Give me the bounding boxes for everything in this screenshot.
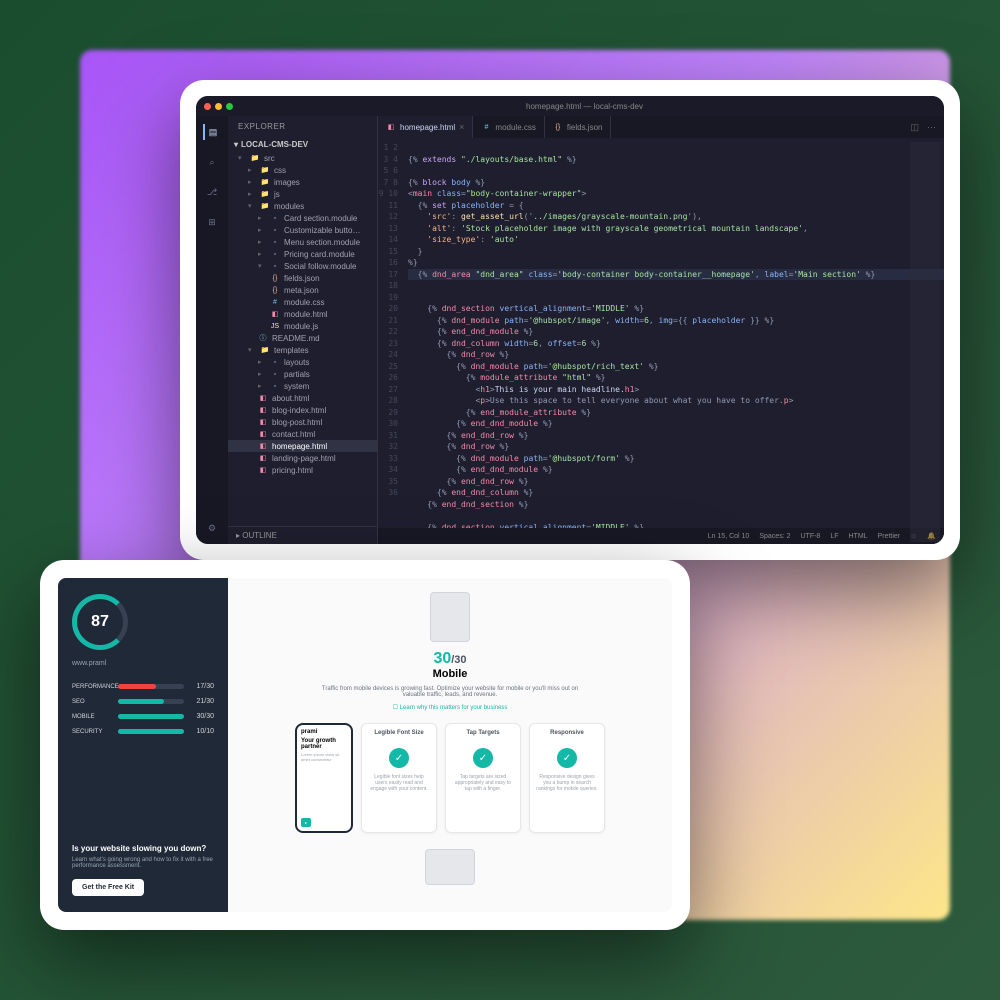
grader-tablet: 87 www.praml PERFORMANCE17/30 SEO21/30 MOB…: [40, 560, 690, 930]
sidebar: EXPLORER ▾LOCAL-CMS-DEV ▾📁src ▸📁css ▸📁im…: [228, 116, 378, 544]
check-card: Legible Font Size✓Legible font sizes hel…: [361, 723, 437, 833]
score-bar[interactable]: SECURITY10/10: [72, 728, 214, 735]
extensions-icon[interactable]: ⊞: [204, 214, 220, 230]
more-icon[interactable]: ⋯: [927, 122, 936, 133]
window-controls[interactable]: [204, 103, 233, 110]
check-icon: ✓: [473, 748, 493, 768]
grader-cards: prami Your growth partner Lorem ipsum do…: [242, 723, 658, 833]
tab-homepage[interactable]: ◧homepage.html×: [378, 116, 473, 138]
indent-info[interactable]: Spaces: 2: [759, 533, 790, 540]
check-icon: ✓: [389, 748, 409, 768]
score-url: www.praml: [72, 660, 214, 667]
gear-icon[interactable]: ⚙: [204, 520, 220, 536]
tree-file[interactable]: #module.css: [228, 296, 377, 308]
grader-sidebar: 87 www.praml PERFORMANCE17/30 SEO21/30 MOB…: [58, 578, 228, 912]
tree-folder-images[interactable]: ▸📁images: [228, 176, 377, 188]
tree-folder[interactable]: ▸▫system: [228, 380, 377, 392]
tree-folder-templates[interactable]: ▾📁templates: [228, 344, 377, 356]
tree-file-homepage[interactable]: ◧homepage.html: [228, 440, 377, 452]
check-icon: ✓: [557, 748, 577, 768]
tab-module-css[interactable]: #module.css: [473, 116, 544, 138]
code-area[interactable]: 1 2 3 4 5 6 7 8 9 10 11 12 13 14 15 16 1…: [378, 138, 944, 528]
cta-title: Is your website slowing you down?: [72, 844, 214, 853]
editor: ◧homepage.html× #module.css {}fields.jso…: [378, 116, 944, 544]
tree-file[interactable]: ◧module.html: [228, 308, 377, 320]
minimize-icon[interactable]: [215, 103, 222, 110]
project-header[interactable]: ▾LOCAL-CMS-DEV: [228, 137, 377, 152]
tree-file[interactable]: ◧about.html: [228, 392, 377, 404]
titlebar: homepage.html — local-cms-dev: [196, 96, 944, 116]
tree-file[interactable]: {}fields.json: [228, 272, 377, 284]
status-bar: Ln 15, Col 10 Spaces: 2 UTF-8 LF HTML Pr…: [378, 528, 944, 544]
tree-file-readme[interactable]: ⓘREADME.md: [228, 332, 377, 344]
minimap[interactable]: [910, 142, 940, 542]
tree-file[interactable]: ◧pricing.html: [228, 464, 377, 476]
formatter-info[interactable]: Prettier: [878, 533, 901, 540]
grader-content: 30/30 Mobile Traffic from mobile devices…: [228, 578, 672, 912]
tree-folder-src[interactable]: ▾📁src: [228, 152, 377, 164]
tree-folder[interactable]: ▸▫Pricing card.module: [228, 248, 377, 260]
cta-subtitle: Learn what's going wrong and how to fix …: [72, 857, 214, 869]
cursor-position[interactable]: Ln 15, Col 10: [708, 533, 750, 540]
learn-more-link[interactable]: ☐ Learn why this matters for your busine…: [242, 704, 658, 711]
close-icon[interactable]: ×: [459, 122, 464, 132]
outline-section[interactable]: ▸ OUTLINE: [228, 526, 377, 544]
split-editor-icon[interactable]: ◫: [910, 122, 919, 133]
tree-folder-social[interactable]: ▾▫Social follow.module: [228, 260, 377, 272]
source-control-icon[interactable]: ⎇: [204, 184, 220, 200]
tab-fields-json[interactable]: {}fields.json: [545, 116, 612, 138]
tree-file[interactable]: JSmodule.js: [228, 320, 377, 332]
score-bar[interactable]: PERFORMANCE17/30: [72, 683, 214, 690]
vscode-window: homepage.html — local-cms-dev ▤ ⌕ ⎇ ⊞ ⚙ …: [196, 96, 944, 544]
check-card: Tap Targets✓Tap targets are sized approp…: [445, 723, 521, 833]
tree-file[interactable]: {}meta.json: [228, 284, 377, 296]
section-description: Traffic from mobile devices is growing f…: [320, 686, 580, 698]
search-icon[interactable]: ⌕: [204, 154, 220, 170]
tree-folder[interactable]: ▸▫partials: [228, 368, 377, 380]
section-label: Mobile: [242, 668, 658, 680]
tree-folder[interactable]: ▸▫Card section.module: [228, 212, 377, 224]
cta-button[interactable]: Get the Free Kit: [72, 879, 144, 896]
tree-file[interactable]: ◧landing-page.html: [228, 452, 377, 464]
tree-folder-css[interactable]: ▸📁css: [228, 164, 377, 176]
phone-cta: ▸: [301, 818, 311, 827]
vscode-tablet: homepage.html — local-cms-dev ▤ ⌕ ⎇ ⊞ ⚙ …: [180, 80, 960, 560]
device-icon: [430, 592, 470, 642]
encoding-info[interactable]: UTF-8: [800, 533, 820, 540]
tab-bar: ◧homepage.html× #module.css {}fields.jso…: [378, 116, 944, 138]
tree-folder-modules[interactable]: ▾📁modules: [228, 200, 377, 212]
tree-file[interactable]: ◧blog-post.html: [228, 416, 377, 428]
score-bar[interactable]: MOBILE30/30: [72, 713, 214, 720]
code-lines[interactable]: {% extends "./layouts/base.html" %} {% b…: [404, 138, 944, 528]
tree-folder[interactable]: ▸▫Menu section.module: [228, 236, 377, 248]
grader-app: 87 www.praml PERFORMANCE17/30 SEO21/30 MOB…: [58, 578, 672, 912]
language-mode[interactable]: HTML: [849, 533, 868, 540]
phone-preview: prami Your growth partner Lorem ipsum do…: [295, 723, 353, 833]
score-ring: 87: [72, 594, 128, 650]
project-name: LOCAL-CMS-DEV: [241, 140, 308, 149]
tree-folder[interactable]: ▸▫Customizable butto…: [228, 224, 377, 236]
laptop-icon: [425, 849, 475, 885]
line-numbers: 1 2 3 4 5 6 7 8 9 10 11 12 13 14 15 16 1…: [378, 138, 404, 528]
check-card: Responsive✓Responsive design gives you a…: [529, 723, 605, 833]
section-score: 30/30: [242, 650, 658, 668]
window-title: homepage.html — local-cms-dev: [233, 102, 936, 111]
eol-info[interactable]: LF: [830, 533, 838, 540]
maximize-icon[interactable]: [226, 103, 233, 110]
file-tree: ▾📁src ▸📁css ▸📁images ▸📁js ▾📁modules ▸▫Ca…: [228, 152, 377, 526]
activity-bar: ▤ ⌕ ⎇ ⊞ ⚙: [196, 116, 228, 544]
explorer-icon[interactable]: ▤: [203, 124, 219, 140]
explorer-header: EXPLORER: [228, 116, 377, 137]
tree-file[interactable]: ◧contact.html: [228, 428, 377, 440]
tree-file[interactable]: ◧blog-index.html: [228, 404, 377, 416]
tree-folder[interactable]: ▸▫layouts: [228, 356, 377, 368]
close-icon[interactable]: [204, 103, 211, 110]
score-bar[interactable]: SEO21/30: [72, 698, 214, 705]
tree-folder-js[interactable]: ▸📁js: [228, 188, 377, 200]
